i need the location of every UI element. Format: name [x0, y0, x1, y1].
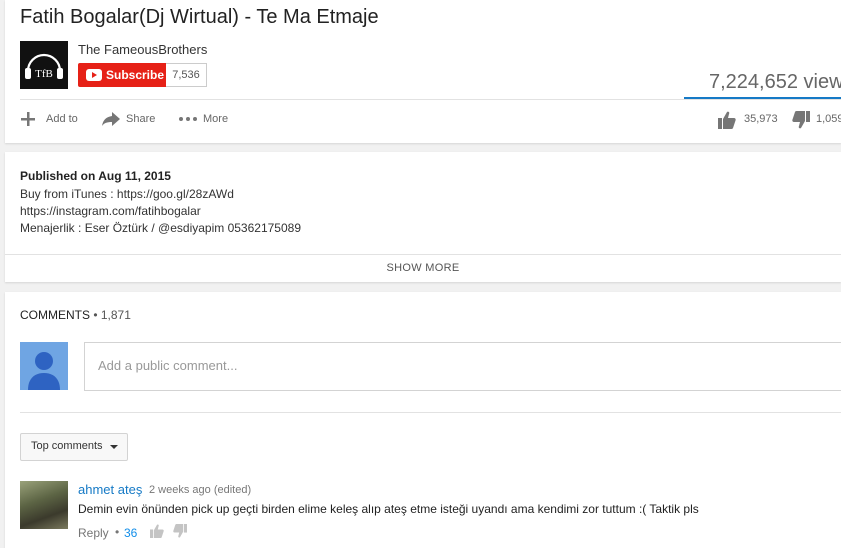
add-to-label: Add to — [46, 113, 78, 125]
like-count: 35,973 — [744, 113, 778, 125]
reply-button[interactable]: Reply — [78, 526, 109, 540]
video-info-card: Fatih Bogalar(Dj Wirtual) - Te Ma Etmaje… — [5, 0, 841, 143]
dislike-count: 1,059 — [816, 113, 841, 125]
view-count: 7,224,652 views — [709, 71, 841, 93]
thumbs-up-icon — [718, 111, 736, 129]
comment-thumbs-up-icon[interactable] — [150, 524, 164, 538]
subscribe-button[interactable]: Subscribe — [78, 63, 166, 87]
subscribe-label: Subscribe — [106, 68, 165, 82]
description-line: https://instagram.com/fatihbogalar — [20, 204, 201, 218]
sort-comments-dropdown[interactable]: Top comments — [20, 433, 128, 461]
channel-avatar[interactable]: TfB — [20, 41, 68, 89]
plus-icon — [21, 112, 35, 126]
comments-header: COMMENTS • 1,871 — [20, 308, 131, 322]
comment-input-box[interactable] — [84, 342, 841, 391]
thumbs-down-icon — [792, 111, 810, 129]
more-dots-icon — [179, 117, 197, 121]
divider — [20, 99, 841, 100]
channel-logo-text: TfB — [35, 68, 53, 80]
comments-card: COMMENTS • 1,871 Top comments ahmet ateş… — [5, 292, 841, 548]
subscriber-count: 7,536 — [166, 63, 207, 87]
comment-input[interactable] — [96, 357, 800, 374]
comment-like-count: 36 — [124, 526, 138, 540]
channel-name[interactable]: The FameousBrothers — [78, 42, 207, 57]
comment-time[interactable]: 2 weeks ago (edited) — [149, 484, 251, 496]
published-date: Published on Aug 11, 2015 — [20, 169, 171, 183]
headphones-logo-icon: TfB — [25, 53, 63, 80]
share-label: Share — [126, 113, 156, 125]
comment-thumbs-down-icon[interactable] — [173, 524, 187, 538]
description-card: Published on Aug 11, 2015 Buy from iTune… — [5, 152, 841, 282]
description-line: Menajerlik : Eser Öztürk / @esdiyapim 05… — [20, 221, 301, 235]
description-line: Buy from iTunes : https://goo.gl/28zAWd — [20, 187, 234, 201]
comment-author[interactable]: ahmet ateş — [78, 482, 142, 497]
default-user-icon — [28, 352, 60, 390]
caret-down-icon — [110, 445, 118, 449]
sort-label: Top comments — [31, 440, 103, 452]
divider — [20, 412, 841, 413]
user-avatar — [20, 342, 68, 390]
youtube-play-icon — [86, 69, 102, 81]
more-label: More — [203, 113, 229, 125]
show-more-button[interactable]: SHOW MORE — [5, 262, 841, 274]
comment-text: Demin evin önünden pick up geçti birden … — [78, 502, 699, 516]
comments-title: COMMENTS — [20, 308, 90, 322]
share-arrow-icon — [102, 112, 120, 126]
divider — [5, 254, 841, 255]
video-title: Fatih Bogalar(Dj Wirtual) - Te Ma Etmaje — [20, 6, 379, 28]
commenter-avatar[interactable] — [20, 481, 68, 529]
comments-count: • 1,871 — [93, 308, 131, 322]
separator-dot: • — [115, 525, 120, 539]
